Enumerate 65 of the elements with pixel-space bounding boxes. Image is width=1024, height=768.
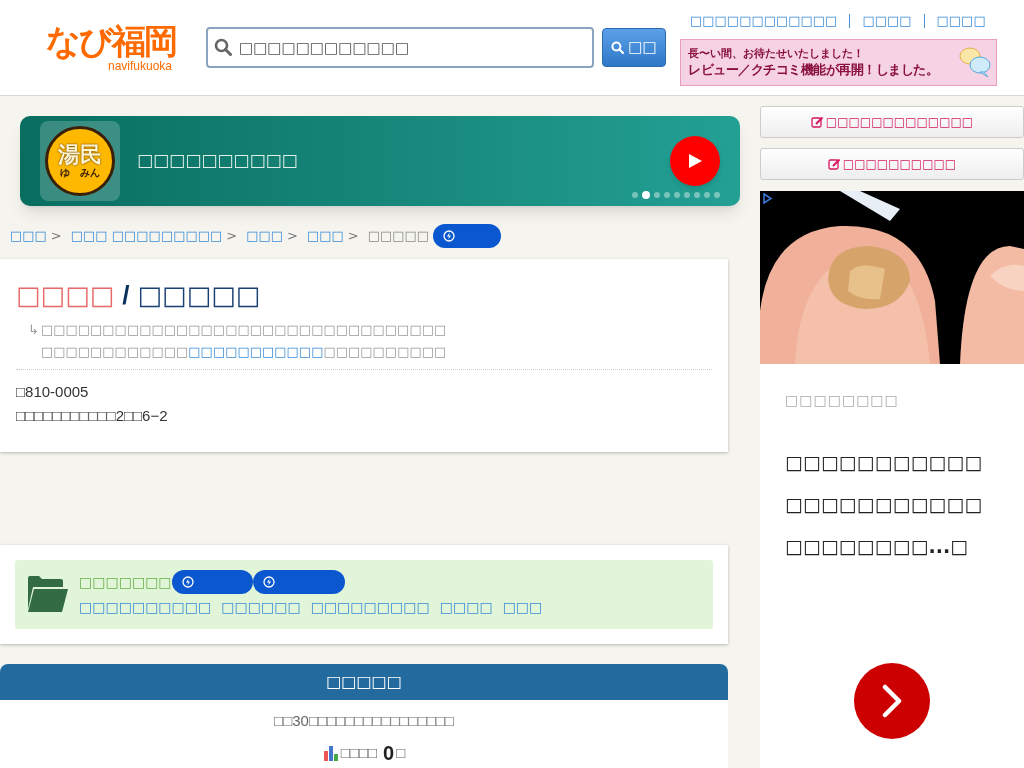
breadcrumb-separator: > — [287, 227, 298, 246]
breadcrumb-link[interactable]: □□□ □□□□□□□□□ — [70, 226, 223, 246]
hero-banner[interactable]: 湯民 ゆ みん □□□□□□□□□□ — [20, 116, 740, 206]
place-name: □□□□ — [16, 279, 115, 312]
folder-icon — [27, 575, 69, 613]
lightning-pill[interactable] — [252, 570, 345, 594]
play-icon — [687, 153, 703, 169]
hot-spring-logo: 湯民 ゆ みん — [45, 126, 115, 196]
ad-headline: □□□□□□□□□□□□□□□□□□□□□□□□□□□□□□...□ — [785, 450, 984, 559]
ad-choices-icon[interactable] — [762, 193, 773, 204]
notice-text: レビュー／クチコミ機能が再開！しました。 — [688, 60, 939, 78]
title-separator: / — [122, 279, 130, 312]
bolt-icon — [262, 576, 275, 588]
breadcrumb-separator: > — [226, 227, 238, 246]
edit-icon — [810, 116, 824, 128]
category-link[interactable]: □□□□□□□□□□ — [79, 597, 212, 618]
site-logo-subtitle: navifukuoka — [107, 58, 173, 73]
ranking-subtitle: □□30□□□□□□□□□□□□□□□□ — [274, 710, 454, 731]
header-link[interactable]: □□□□ — [936, 11, 986, 31]
header-link[interactable]: □□□□□□□□□□□□ — [690, 11, 838, 31]
search-icon — [611, 41, 625, 54]
place-note: □□□□□□□□□□□□□□□□□□□□□□□□□□□□□□□□□□□□□□□□□□□□□□□□□□□□□□□□□□□□□□□□□□ — [40, 321, 448, 361]
breadcrumb-separator: > — [347, 227, 359, 246]
ad-card[interactable]: □□□□□□□□ □□□□□□□□□□□□□□□□□□□□□□□□□□□□□□...□ — [760, 191, 1024, 768]
section-header: □□□□□ — [0, 663, 728, 700]
breadcrumb-link[interactable]: □□□ — [306, 226, 344, 246]
search-icon — [214, 38, 232, 56]
badge-text: ゆ — [60, 167, 70, 179]
view-count-unit: □ — [396, 742, 406, 763]
search-field[interactable]: □□□□□□□□□□□□ — [206, 27, 594, 68]
header-link[interactable]: □□□□ — [862, 11, 912, 31]
breadcrumb-separator: > — [50, 227, 62, 246]
ad-source: □□□□□□□□ — [785, 391, 900, 410]
breadcrumb-current: □□□□□ — [367, 227, 430, 246]
play-button[interactable] — [670, 136, 720, 186]
category-link[interactable]: □□□□□□ — [221, 597, 301, 618]
lightning-pill[interactable] — [171, 570, 253, 594]
notice-text: 長〜い間、お待たせいたしました！ — [688, 46, 865, 61]
breadcrumb-link[interactable]: □□□ — [246, 226, 284, 246]
category-label: □□□□□□□ — [79, 572, 172, 592]
write-review-button[interactable]: □□□□□□□□□□ — [760, 148, 1024, 180]
note-link[interactable]: □□□□□□□□□□□ — [188, 344, 324, 359]
site-logo[interactable]: なび福岡 — [46, 22, 206, 59]
view-count: 0 — [383, 741, 395, 766]
badge-text: みん — [80, 167, 100, 179]
address: □□□□□□□□□□□2□□6−2 — [16, 406, 168, 426]
view-count-label: □□□□ — [340, 742, 378, 763]
write-review-button[interactable]: □□□□□□□□□□□□□ — [760, 106, 1024, 138]
postal-code: □810-0005 — [16, 382, 89, 402]
hero-title: □□□□□□□□□□ — [137, 149, 299, 173]
chevron-right-icon — [881, 684, 903, 718]
category-link[interactable]: □□□□□□□□□ — [310, 597, 430, 618]
bar-chart-icon — [322, 745, 339, 761]
indent-arrow: ↳ — [28, 321, 39, 339]
breadcrumb-link[interactable]: □□□ — [10, 226, 47, 246]
category-link[interactable]: □□□ — [502, 597, 543, 618]
category-link[interactable]: □□□□ — [439, 597, 493, 618]
bolt-icon — [181, 576, 194, 588]
search-button[interactable]: □□ — [602, 28, 666, 67]
notice-banner[interactable]: 長〜い間、お待たせいたしました！ レビュー／クチコミ機能が再開！しました。 — [680, 38, 997, 86]
bolt-icon — [443, 230, 456, 242]
lightning-pill[interactable] — [433, 224, 502, 248]
edit-icon — [827, 158, 841, 170]
speech-bubbles-icon — [958, 45, 992, 80]
place-reading: □□□□□ — [137, 279, 261, 312]
